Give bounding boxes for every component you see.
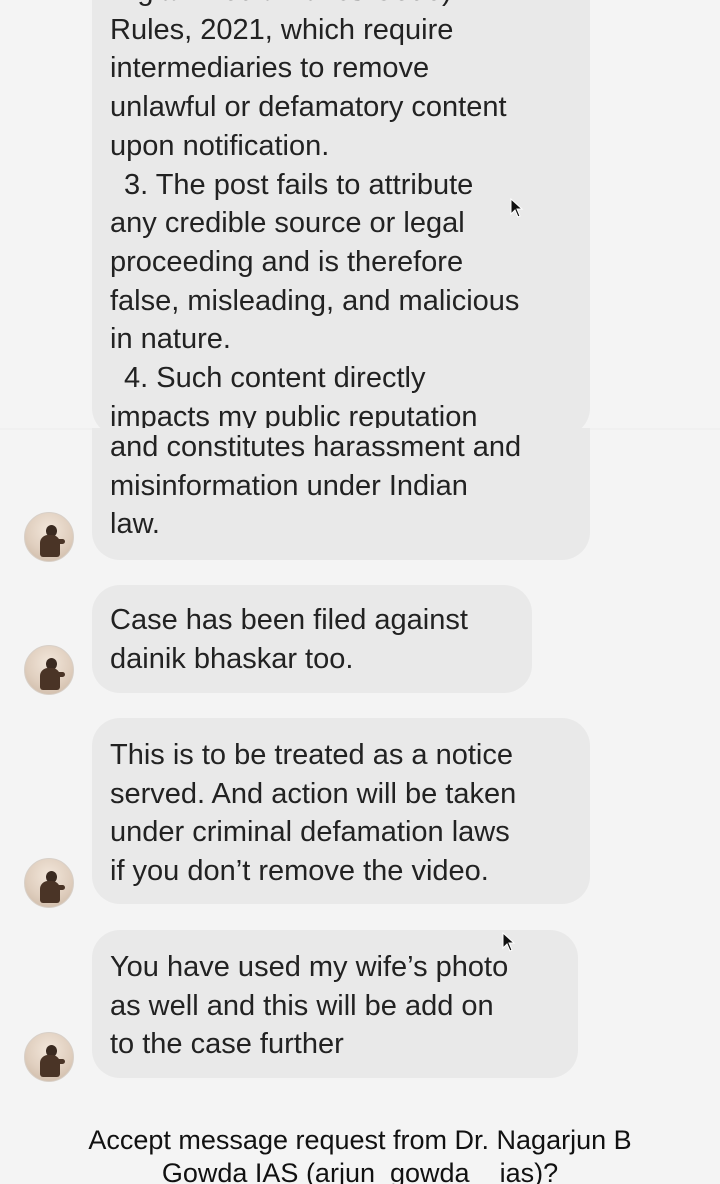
mouse-pointer-icon (502, 932, 516, 952)
message-bubble: and constitutes harassment and misinform… (92, 428, 590, 560)
message-line: This is to be treated as a notice (110, 739, 513, 771)
mouse-pointer-icon (510, 198, 524, 218)
message-line: impacts my public reputation (110, 400, 478, 428)
message-bubble: You have used my wife’s photo as well an… (92, 930, 578, 1078)
message-line: if you don’t remove the video. (110, 855, 489, 888)
message-line: intermediaries to remove (110, 52, 430, 85)
message-line: as well and this will be add on (110, 989, 494, 1022)
message-line: Rules, 2021, which require (110, 13, 454, 46)
message-request-prompt: Accept message request from Dr. Nagarjun… (0, 1124, 720, 1184)
message-line: 4. Such content directly (124, 362, 426, 395)
message-line: under criminal defamation laws (110, 816, 510, 849)
message-line: upon notification. (110, 129, 330, 162)
message-bubble: This is to be treated as a notice served… (92, 718, 590, 904)
message-line: dainik bhaskar too. (110, 642, 354, 675)
message-line: misinformation under Indian (110, 469, 468, 502)
request-prompt-line: Gowda IAS (arjun_gowda__ias)? (161, 1158, 559, 1184)
request-prompt-line: Accept message request from Dr. Nagarjun… (88, 1125, 632, 1155)
message-line: law. (110, 508, 160, 541)
message-line: Digital Media Ethics Code) (110, 0, 572, 11)
message-bubble: Case has been filed against dainik bhask… (92, 585, 532, 693)
avatar[interactable] (24, 645, 74, 695)
message-line: in nature. (110, 323, 231, 356)
message-line: proceeding and is therefore (110, 245, 464, 278)
avatar[interactable] (24, 1032, 74, 1082)
avatar[interactable] (24, 858, 74, 908)
chat-screen: Digital Media Ethics Code) Rules, 2021, … (0, 0, 720, 1184)
message-line: and constitutes harassment and (110, 431, 522, 463)
avatar[interactable] (24, 512, 74, 562)
message-line: served. And action will be taken (110, 777, 517, 810)
message-line: 3. The post fails to attribute (124, 168, 474, 201)
message-line: false, misleading, and malicious (110, 284, 520, 317)
message-line: You have used my wife’s photo (110, 951, 509, 983)
message-line: any credible source or legal (110, 207, 465, 240)
message-line: to the case further (110, 1028, 344, 1061)
message-line: Case has been filed against (110, 604, 468, 636)
message-line: unlawful or defamatory content (110, 91, 507, 124)
